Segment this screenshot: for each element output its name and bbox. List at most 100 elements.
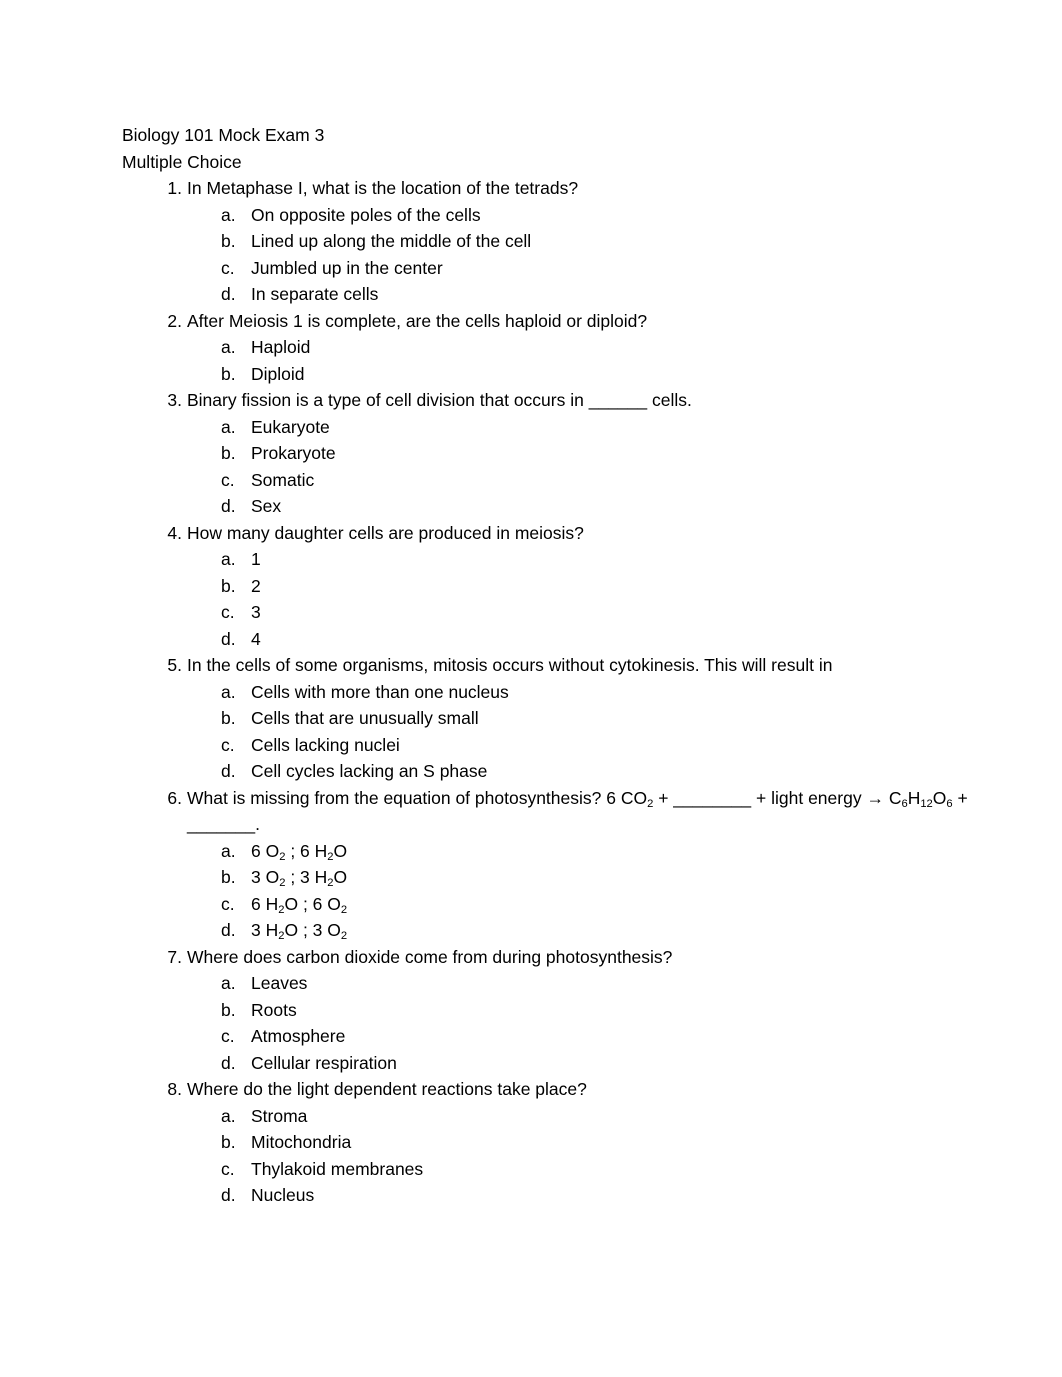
answer-option[interactable]: d. Cell cycles lacking an S phase <box>187 758 1022 785</box>
answer-option[interactable]: b. 3 O2 ; 3 H2O <box>187 864 1022 891</box>
answer-text: 3 H2O ; 3 O2 <box>251 920 348 943</box>
answer-marker: a. <box>221 549 236 569</box>
question-text: Binary fission is a type of cell divisio… <box>187 390 692 410</box>
answer-option[interactable]: a. Stroma <box>187 1103 1022 1130</box>
question-marker: 5. <box>167 655 182 675</box>
answer-text: 6 O2 ; 6 H2O <box>251 840 348 863</box>
answer-marker: c. <box>221 1158 235 1179</box>
answer-option[interactable]: b. Prokaryote <box>187 440 1022 467</box>
q6-light-energy: + light energy <box>751 787 862 808</box>
answer-text: Cellular respiration <box>251 1052 397 1073</box>
answer-text: 2 <box>251 575 261 596</box>
question-text: After Meiosis 1 is complete, are the cel… <box>187 310 648 331</box>
answer-option[interactable]: b. 2 <box>187 573 1022 600</box>
question-marker: 1. <box>167 178 182 198</box>
answer-text: Jumbled up in the center <box>251 257 443 278</box>
question-item: 4. How many daughter cells are produced … <box>122 520 1022 653</box>
answer-marker: b. <box>221 867 236 887</box>
q6-period: . <box>255 814 261 834</box>
answer-text: Leaves <box>251 973 308 993</box>
answer-text: In separate cells <box>251 284 379 304</box>
answer-option[interactable]: d. 3 H2O ; 3 O2 <box>187 917 1022 944</box>
answer-option[interactable]: b. Lined up along the middle of the cell <box>187 228 1022 255</box>
q6-plus-1: + <box>653 787 674 808</box>
answer-text: Eukaryote <box>251 416 330 437</box>
answer-option[interactable]: d. 4 <box>187 626 1022 653</box>
page-title: Biology 101 Mock Exam 3 <box>122 125 325 145</box>
answer-option[interactable]: c. 3 <box>187 599 1022 626</box>
answer-text: Stroma <box>251 1105 308 1126</box>
question-item: 5. In the cells of some organisms, mitos… <box>122 652 1022 785</box>
answer-list: a. Leaves b. Roots c. Atmosphere d. Cell… <box>187 970 1022 1076</box>
answer-option[interactable]: c. 6 H2O ; 6 O2 <box>187 891 1022 918</box>
answer-option[interactable]: a. Cells with more than one nucleus <box>187 679 1022 706</box>
answer-text: Somatic <box>251 469 315 490</box>
answer-marker: a. <box>221 204 236 225</box>
answer-text: 6 H2O ; 6 O2 <box>251 893 348 916</box>
document-page: Biology 101 Mock Exam 3 Multiple Choice … <box>0 0 1062 1377</box>
question-marker: 7. <box>167 946 182 967</box>
question-text: In Metaphase I, what is the location of … <box>187 178 579 198</box>
answer-option[interactable]: d. Nucleus <box>187 1182 1022 1209</box>
answer-marker: d. <box>221 284 236 304</box>
answer-option[interactable]: a. On opposite poles of the cells <box>187 202 1022 229</box>
section-heading-multiple-choice: Multiple Choice <box>122 151 242 172</box>
question-list: 1. In Metaphase I, what is the location … <box>122 175 1022 1209</box>
answer-text: 1 <box>251 549 261 569</box>
question-text: Where does carbon dioxide come from duri… <box>187 946 673 967</box>
answer-option[interactable]: a. 6 O2 ; 6 H2O <box>187 838 1022 865</box>
answer-option[interactable]: a. Haploid <box>187 334 1022 361</box>
question-marker: 3. <box>167 390 182 410</box>
answer-list: a. 6 O2 ; 6 H2O b. 3 O2 ; 3 H2O c. 6 H2O… <box>187 838 1022 944</box>
question-item: 2. After Meiosis 1 is complete, are the … <box>122 308 1022 388</box>
question-item: 7. Where does carbon dioxide come from d… <box>122 944 1022 1077</box>
answer-option[interactable]: c. Atmosphere <box>187 1023 1022 1050</box>
subscript: 2 <box>340 903 348 916</box>
q6-arrow-glucose: → C <box>866 787 902 808</box>
answer-option[interactable]: a. Eukaryote <box>187 414 1022 441</box>
answer-option[interactable]: b. Diploid <box>187 361 1022 388</box>
answer-text: On opposite poles of the cells <box>251 204 481 225</box>
answer-text: Cells with more than one nucleus <box>251 681 509 702</box>
question-item: 8. Where do the light dependent reaction… <box>122 1076 1022 1209</box>
answer-option[interactable]: a. 1 <box>187 546 1022 573</box>
answer-list: a. Eukaryote b. Prokaryote c. Somatic d.… <box>187 414 1022 520</box>
answer-marker: b. <box>221 575 236 596</box>
subscript: 2 <box>327 877 334 890</box>
answer-text: 4 <box>251 628 261 649</box>
answer-text: Mitochondria <box>251 1132 352 1152</box>
q6-plus-2: + <box>952 787 973 808</box>
answer-marker: d. <box>221 920 236 940</box>
question-text: What is missing from the equation of pho… <box>187 785 1022 838</box>
answer-option[interactable]: d. Cellular respiration <box>187 1050 1022 1077</box>
answer-option[interactable]: c. Cells lacking nuclei <box>187 732 1022 759</box>
answer-marker: b. <box>221 443 236 463</box>
answer-option[interactable]: b. Roots <box>187 997 1022 1024</box>
question-marker: 6. <box>167 787 182 808</box>
question-item: 6. What is missing from the equation of … <box>122 785 1022 944</box>
answer-marker: d. <box>221 496 236 516</box>
answer-option[interactable]: c. Jumbled up in the center <box>187 255 1022 282</box>
answer-option[interactable]: d. Sex <box>187 493 1022 520</box>
answer-marker: b. <box>221 231 236 251</box>
answer-marker: d. <box>221 1052 236 1073</box>
question-marker: 2. <box>167 310 182 331</box>
question-text: Where do the light dependent reactions t… <box>187 1079 587 1099</box>
answer-option[interactable]: d. In separate cells <box>187 281 1022 308</box>
answer-option[interactable]: b. Cells that are unusually small <box>187 705 1022 732</box>
question-item: 3. Binary fission is a type of cell divi… <box>122 387 1022 520</box>
answer-marker: b. <box>221 363 236 384</box>
answer-marker: c. <box>221 602 235 622</box>
answer-marker: a. <box>221 416 236 437</box>
answer-option[interactable]: b. Mitochondria <box>187 1129 1022 1156</box>
answer-text: Prokaryote <box>251 443 336 463</box>
q6-blank-1: ________ <box>673 787 752 808</box>
q6-prefix: What is missing from the equation of pho… <box>187 787 648 808</box>
answer-list: a. Haploid b. Diploid <box>187 334 1022 387</box>
answer-option[interactable]: a. Leaves <box>187 970 1022 997</box>
answer-option[interactable]: c. Thylakoid membranes <box>187 1156 1022 1183</box>
answer-text: Cells that are unusually small <box>251 708 479 728</box>
answer-marker: c. <box>221 469 235 490</box>
answer-option[interactable]: c. Somatic <box>187 467 1022 494</box>
answer-list: a. 1 b. 2 c. 3 d. 4 <box>187 546 1022 652</box>
